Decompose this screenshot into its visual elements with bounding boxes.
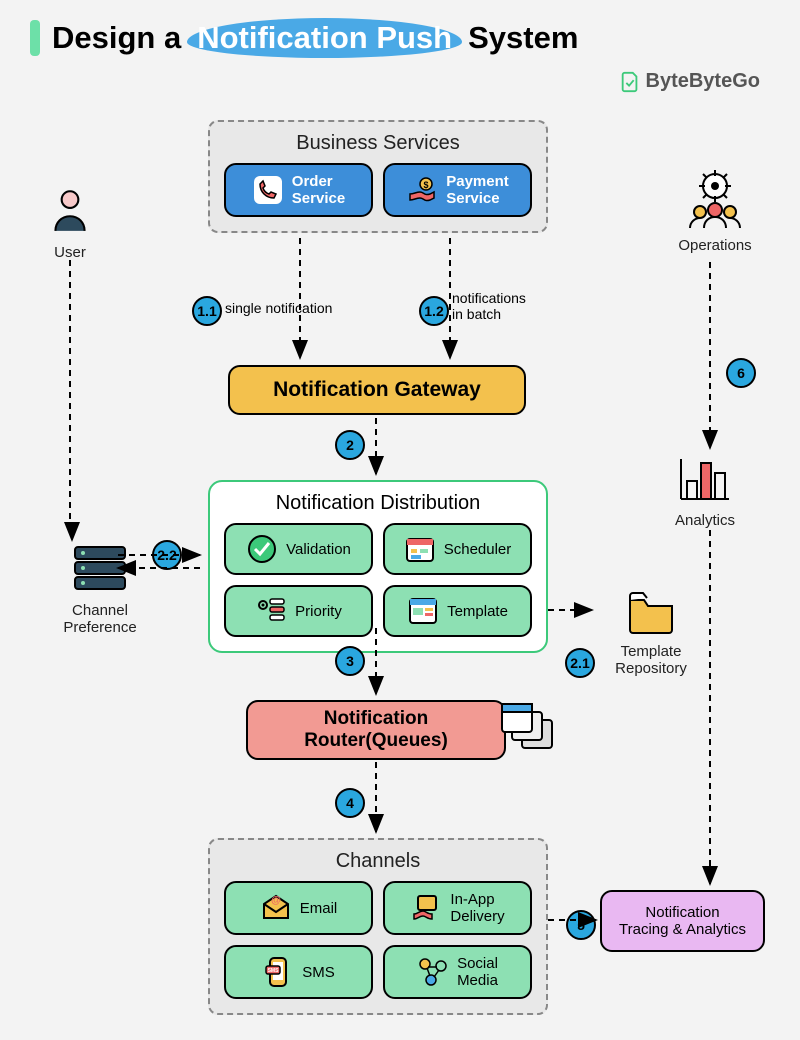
step-2-2: 2.2	[152, 540, 182, 570]
svg-text:SMS: SMS	[268, 968, 280, 974]
priority-icon	[255, 595, 287, 627]
channel-preference: Channel Preference	[50, 545, 150, 636]
svg-text:@: @	[271, 895, 281, 906]
router-label: Notification Router(Queues)	[304, 708, 448, 752]
business-services-group: Business Services Order Service $ Paymen…	[208, 120, 548, 233]
payment-service-box: $ Payment Service	[383, 163, 532, 217]
folder-icon	[626, 590, 676, 634]
business-title: Business Services	[224, 132, 532, 155]
step-3: 3	[335, 646, 365, 676]
distribution-title: Notification Distribution	[224, 492, 532, 515]
queue-icon	[500, 700, 560, 756]
sms-label: SMS	[302, 964, 335, 981]
priority-label: Priority	[295, 603, 342, 620]
sms-box: SMS SMS	[224, 945, 373, 999]
actor-operations: Operations	[665, 170, 765, 254]
social-box: Social Media	[383, 945, 532, 999]
edge-batch-label: notifications in batch	[452, 290, 526, 322]
payment-icon: $	[406, 174, 438, 206]
tracing-label: Notification Tracing & Analytics	[619, 904, 746, 938]
analytics-label: Analytics	[660, 512, 750, 529]
operations-icon	[682, 170, 748, 228]
delivery-icon	[410, 892, 442, 924]
validation-box: Validation	[224, 523, 373, 575]
inapp-label: In-App Delivery	[450, 891, 504, 925]
channels-group: Channels @ Email In-App Delivery SMS SMS…	[208, 838, 548, 1015]
step-2-1: 2.1	[565, 648, 595, 678]
page-title: Design a Notification Push System	[30, 18, 578, 58]
distribution-group: Notification Distribution Validation Sch…	[208, 480, 548, 653]
check-icon	[246, 533, 278, 565]
notification-gateway: Notification Gateway	[228, 365, 526, 415]
notification-tracing: Notification Tracing & Analytics	[600, 890, 765, 952]
operations-label: Operations	[665, 237, 765, 254]
phone-icon	[252, 174, 284, 206]
gateway-label: Notification Gateway	[273, 378, 481, 402]
inapp-box: In-App Delivery	[383, 881, 532, 935]
title-pre: Design a	[52, 20, 181, 56]
scheduler-box: Scheduler	[383, 523, 532, 575]
brand-badge: ByteByteGo	[619, 70, 760, 93]
title-post: System	[468, 20, 578, 56]
sms-icon: SMS	[262, 956, 294, 988]
user-icon	[45, 185, 95, 235]
brand-text: ByteByteGo	[646, 70, 760, 93]
payment-label: Payment Service	[446, 173, 509, 207]
step-2: 2	[335, 430, 365, 460]
template-repository: Template Repository	[596, 590, 706, 677]
order-label: Order Service	[292, 173, 345, 207]
channel-pref-label: Channel Preference	[50, 602, 150, 636]
order-service-box: Order Service	[224, 163, 373, 217]
notification-router: Notification Router(Queues)	[246, 700, 506, 760]
template-repo-label: Template Repository	[596, 643, 706, 677]
step-1-2: 1.2	[419, 296, 449, 326]
brand-icon	[619, 71, 641, 93]
social-icon	[417, 956, 449, 988]
analytics: Analytics	[660, 455, 750, 529]
edge-single-label: single notification	[225, 300, 332, 316]
priority-box: Priority	[224, 585, 373, 637]
social-label: Social Media	[457, 955, 498, 989]
email-box: @ Email	[224, 881, 373, 935]
analytics-icon	[677, 455, 733, 503]
svg-text:$: $	[424, 180, 429, 190]
email-label: Email	[300, 900, 338, 917]
step-5: 5	[566, 910, 596, 940]
calendar-icon	[404, 533, 436, 565]
template-icon	[407, 595, 439, 627]
server-icon	[71, 545, 129, 593]
scheduler-label: Scheduler	[444, 541, 512, 558]
step-4: 4	[335, 788, 365, 818]
accent-bar	[30, 20, 40, 56]
channels-title: Channels	[224, 850, 532, 873]
step-1-1: 1.1	[192, 296, 222, 326]
template-box: Template	[383, 585, 532, 637]
step-6: 6	[726, 358, 756, 388]
user-label: User	[30, 244, 110, 261]
title-highlight: Notification Push	[187, 18, 462, 58]
validation-label: Validation	[286, 541, 351, 558]
email-icon: @	[260, 892, 292, 924]
actor-user: User	[30, 185, 110, 261]
template-label: Template	[447, 603, 508, 620]
